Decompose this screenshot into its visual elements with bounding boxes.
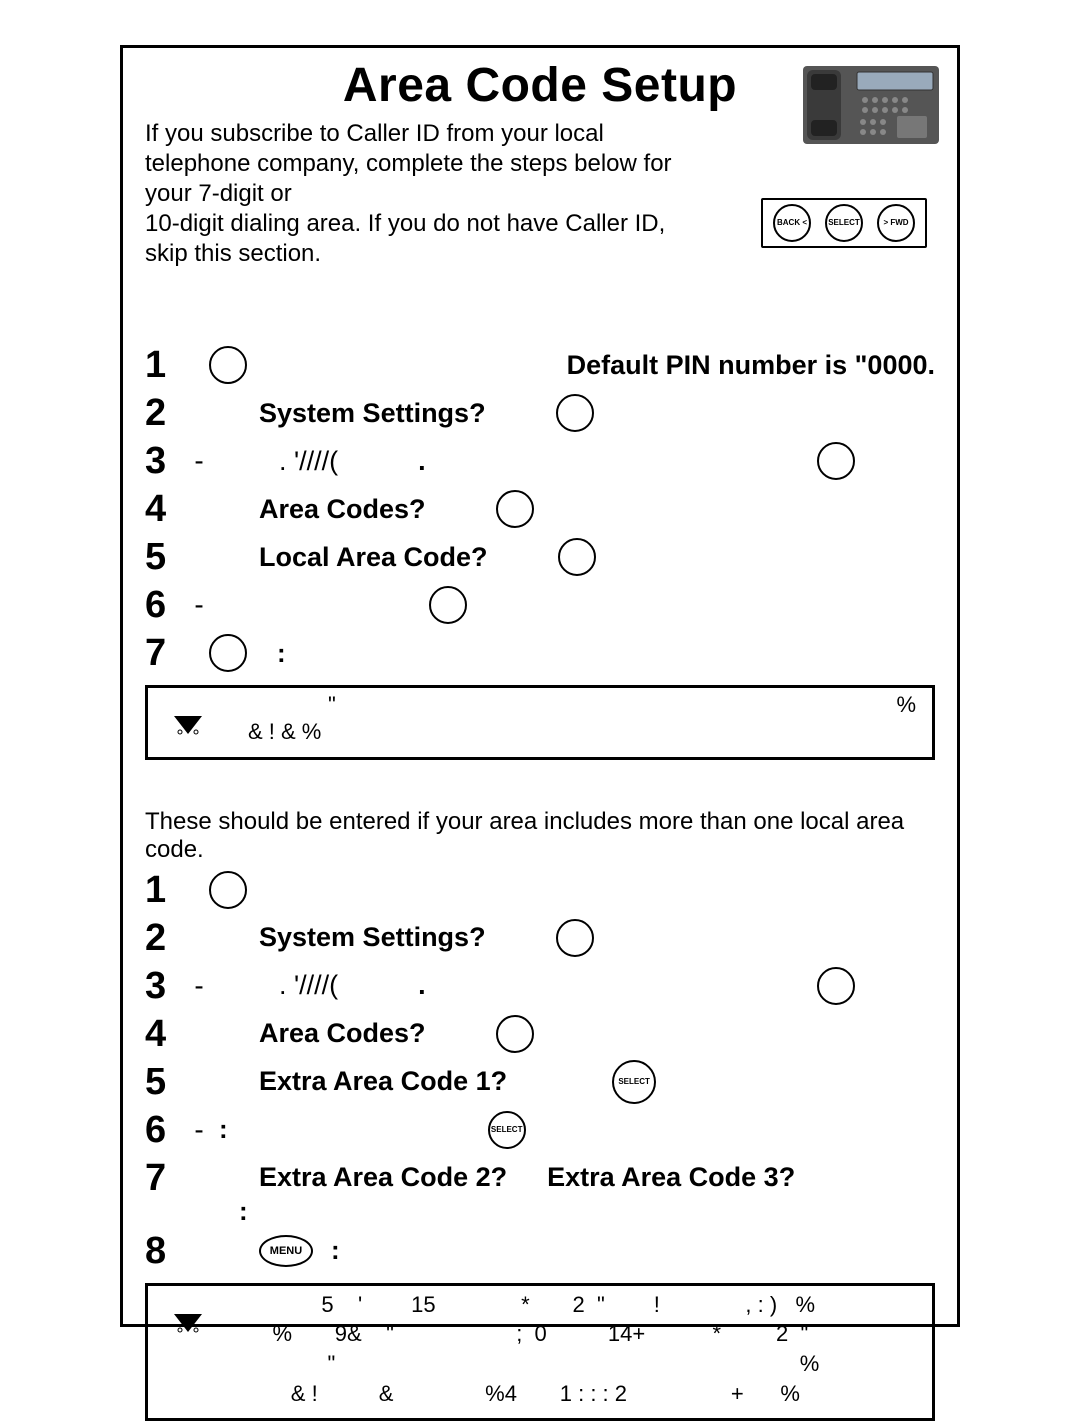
intro-line-1: If you subscribe to Caller ID from your … [145, 120, 672, 207]
button-placeholder-icon [496, 490, 534, 528]
step-2b: 2 System Settings? [145, 914, 935, 962]
button-placeholder-icon [496, 1015, 534, 1053]
note-box-2: 5 ' 15 * 2 " ! , : ) % % 9& " ; 0 14+ * … [145, 1283, 935, 1421]
step-7b-sub: : [145, 1196, 935, 1227]
step-label: Local Area Code? [259, 542, 488, 573]
note-symbol: " [328, 692, 336, 718]
phone-illustration [797, 58, 945, 150]
step-number: 5 [145, 538, 189, 576]
step-number: 1 [145, 871, 189, 909]
intro-line-2: 10-digit dialing area. If you do not hav… [145, 210, 665, 267]
fwd-button[interactable]: > FWD [877, 204, 915, 242]
note-symbol: % [896, 692, 916, 718]
step-number: 7 [145, 634, 189, 672]
colon: : [219, 1114, 228, 1145]
select-button[interactable]: SELECT [488, 1111, 526, 1149]
step-label: Extra Area Code 1? [259, 1066, 507, 1097]
menu-button[interactable]: MENU [259, 1235, 313, 1267]
step-label: Area Codes? [259, 494, 426, 525]
step-number: 8 [145, 1232, 189, 1270]
step-number: 1 [145, 346, 189, 384]
step-5: 5 Local Area Code? [145, 533, 935, 581]
button-placeholder-icon [209, 871, 247, 909]
arrow-down-icon [166, 694, 210, 738]
step-1: 1 Default PIN number is "0000. [145, 341, 935, 389]
colon: : [277, 638, 286, 669]
step-number: 6 [145, 1111, 189, 1149]
steps-section-2: 1 2 System Settings? 3 - . '////( . 4 Ar… [145, 866, 935, 1421]
select-button[interactable]: SELECT [612, 1060, 656, 1104]
step-7b: 7 Extra Area Code 2? Extra Area Code 3? [145, 1154, 935, 1202]
dash: - [189, 445, 209, 477]
section-2-intro: These should be entered if your area inc… [145, 808, 935, 864]
step-number: 3 [145, 442, 189, 480]
step-label: System Settings? [259, 398, 486, 429]
step-number: 5 [145, 1063, 189, 1101]
note-text: & ! & % [248, 718, 922, 747]
step-number: 4 [145, 1015, 189, 1053]
step-text: . '////( [279, 446, 338, 477]
arrow-down-icon [166, 1292, 210, 1336]
colon: : [239, 1196, 248, 1227]
button-placeholder-icon [556, 919, 594, 957]
dot: . [418, 446, 426, 477]
step-number: 4 [145, 490, 189, 528]
step-label: System Settings? [259, 922, 486, 953]
step-3b: 3 - . '////( . [145, 962, 935, 1010]
step-2: 2 System Settings? [145, 389, 935, 437]
note-box-1: " % & ! & % [145, 685, 935, 760]
step-number: 3 [145, 967, 189, 1005]
step-number: 2 [145, 919, 189, 957]
dash: - [189, 970, 209, 1002]
nav-button-box: BACK < SELECT > FWD [761, 198, 927, 248]
step-3: 3 - . '////( . [145, 437, 935, 485]
step-5b: 5 Extra Area Code 1? SELECT [145, 1058, 935, 1106]
button-placeholder-icon [817, 967, 855, 1005]
button-placeholder-icon [817, 442, 855, 480]
dash: - [189, 1114, 209, 1146]
dash: - [189, 589, 209, 621]
step-label: Area Codes? [259, 1018, 426, 1049]
step-number: 7 [145, 1159, 189, 1197]
button-placeholder-icon [556, 394, 594, 432]
dot: . [418, 970, 426, 1001]
step-4: 4 Area Codes? [145, 485, 935, 533]
step-6b: 6 - : SELECT [145, 1106, 935, 1154]
step-number: 6 [145, 586, 189, 624]
button-placeholder-icon [429, 586, 467, 624]
intro-text: If you subscribe to Caller ID from your … [145, 119, 705, 269]
step-6: 6 - [145, 581, 935, 629]
colon: : [331, 1235, 340, 1266]
button-placeholder-icon [209, 634, 247, 672]
button-placeholder-icon [209, 346, 247, 384]
back-button[interactable]: BACK < [773, 204, 811, 242]
extra-area-code-3-label: Extra Area Code 3? [547, 1162, 795, 1193]
step-4b: 4 Area Codes? [145, 1010, 935, 1058]
note-text: 5 ' 15 * 2 " ! , : ) % % 9& " ; 0 14+ * … [248, 1290, 922, 1409]
step-1b: 1 [145, 866, 935, 914]
step-text: . '////( [279, 970, 338, 1001]
step-number: 2 [145, 394, 189, 432]
step-8b: 8 MENU : [145, 1227, 935, 1275]
button-placeholder-icon [558, 538, 596, 576]
step-7: 7 : [145, 629, 935, 677]
steps-section-1: 1 Default PIN number is "0000. 2 System … [145, 341, 935, 760]
select-button[interactable]: SELECT [825, 204, 863, 242]
extra-area-code-2-label: Extra Area Code 2? [259, 1162, 507, 1193]
default-pin-text: Default PIN number is "0000. [567, 350, 935, 381]
